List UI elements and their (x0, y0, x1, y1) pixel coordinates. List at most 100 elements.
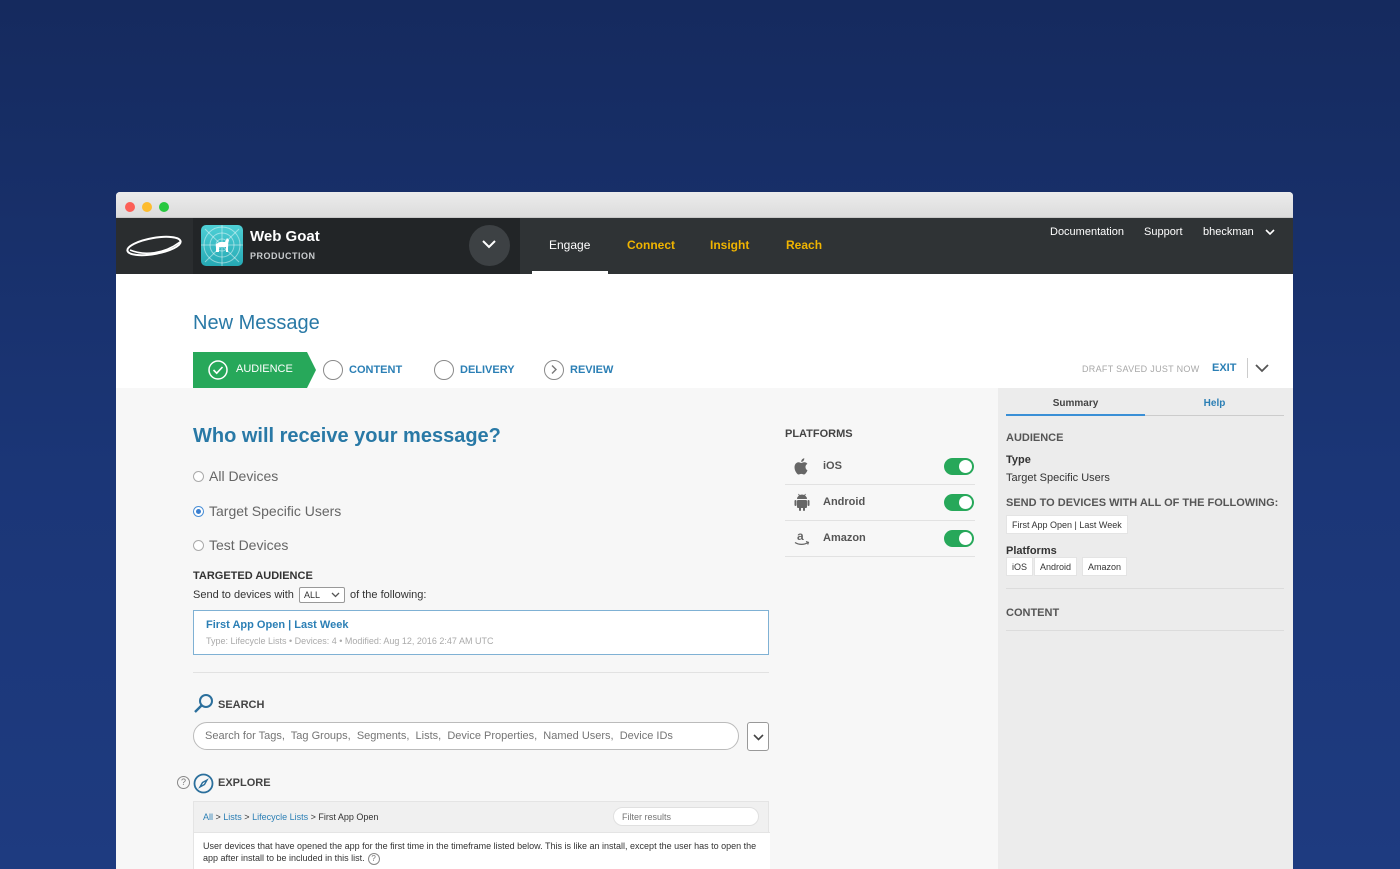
summary-type-label: Type (1006, 454, 1031, 466)
close-window-button[interactable] (125, 202, 135, 212)
selected-audience-card[interactable]: First App Open | Last Week Type: Lifecyc… (193, 610, 769, 655)
amazon-toggle[interactable] (944, 530, 974, 547)
nav-tab-reach[interactable]: Reach (786, 238, 822, 252)
platform-name: Amazon (823, 532, 866, 544)
match-mode-value: ALL (303, 590, 320, 600)
divider (1247, 358, 1248, 378)
radio-label: Target Specific Users (209, 503, 342, 519)
chevron-down-icon (482, 240, 496, 249)
user-name: bheckman (1203, 226, 1254, 238)
minimize-window-button[interactable] (142, 202, 152, 212)
breadcrumb-all[interactable]: All (203, 812, 213, 822)
nav-tab-engage[interactable]: Engage (549, 238, 590, 252)
summary-platform-chip-amazon: Amazon (1082, 557, 1128, 576)
app-switcher-button[interactable] (469, 225, 510, 266)
support-link[interactable]: Support (1144, 226, 1183, 238)
radio-button[interactable] (193, 540, 204, 551)
platform-name: Android (823, 496, 866, 508)
breadcrumb-separator: > (241, 812, 253, 822)
platforms-heading: PLATFORMS (785, 428, 853, 440)
app-selector[interactable]: Web Goat PRODUCTION (193, 218, 520, 274)
radio-button[interactable] (193, 506, 204, 517)
list-description-text: User devices that have opened the app fo… (203, 841, 757, 863)
summary-type-value: Target Specific Users (1006, 472, 1110, 484)
step-content-label: CONTENT (349, 364, 403, 376)
chevron-down-icon (331, 592, 340, 598)
breadcrumb: All > Lists > Lifecycle Lists > First Ap… (203, 812, 378, 822)
chevron-down-icon[interactable] (1255, 364, 1269, 373)
draft-status: DRAFT SAVED JUST NOW (1082, 364, 1200, 374)
zoom-window-button[interactable] (159, 202, 169, 212)
platform-name: iOS (823, 460, 842, 472)
match-mode-select[interactable]: ALL (298, 587, 345, 603)
app-icon (201, 225, 243, 266)
browser-window: Web Goat PRODUCTION Engage Connect Insig… (116, 192, 1293, 869)
breadcrumb-separator: > (213, 812, 224, 822)
home-logo[interactable] (116, 218, 193, 274)
platform-row-amazon: a Amazon (785, 521, 975, 557)
summary-platforms-label: Platforms (1006, 545, 1057, 557)
breadcrumb-current: First App Open (318, 812, 379, 822)
documentation-link[interactable]: Documentation (1050, 226, 1124, 238)
goat-web-icon (201, 225, 243, 266)
radio-label: All Devices (209, 468, 279, 484)
chevron-down-icon (753, 734, 764, 741)
send-condition: Send to devices with ALL of the followin… (193, 587, 426, 603)
step-circle-icon (323, 360, 343, 380)
radio-label: Test Devices (209, 537, 289, 553)
step-audience-label: AUDIENCE (236, 363, 293, 375)
step-audience[interactable]: AUDIENCE (193, 352, 316, 388)
app-header: Web Goat PRODUCTION Engage Connect Insig… (116, 218, 1293, 274)
summary-send-heading: SEND TO DEVICES WITH ALL OF THE FOLLOWIN… (1006, 497, 1279, 509)
targeted-audience-heading: TARGETED AUDIENCE (193, 570, 313, 582)
help-icon[interactable]: ? (367, 853, 380, 865)
chevron-right-circle-icon (544, 360, 564, 380)
filter-results-input[interactable] (613, 807, 759, 826)
list-description: User devices that have opened the app fo… (194, 832, 770, 869)
search-label: SEARCH (218, 699, 265, 711)
divider (193, 672, 769, 673)
exit-button[interactable]: EXIT (1212, 362, 1236, 374)
summary-platform-chip-ios: iOS (1006, 557, 1034, 576)
audience-question: Who will receive your message? (193, 425, 501, 447)
divider (1006, 588, 1284, 589)
breadcrumb-lists[interactable]: Lists (223, 812, 242, 822)
svg-text:a: a (797, 529, 804, 543)
search-input[interactable] (193, 722, 739, 750)
summary-sidebar: Summary Help AUDIENCE Type Target Specif… (998, 388, 1293, 869)
summary-send-chip: First App Open | Last Week (1006, 515, 1128, 534)
explore-label: EXPLORE (218, 777, 271, 789)
radio-button[interactable] (193, 471, 204, 482)
send-prefix: Send to devices with (193, 588, 294, 601)
app-environment: PRODUCTION (250, 251, 316, 261)
divider (1006, 630, 1284, 631)
page-title: New Message (193, 312, 320, 334)
breadcrumb-separator: > (308, 812, 319, 822)
android-toggle[interactable] (944, 494, 974, 511)
user-menu[interactable]: bheckman (1203, 226, 1275, 238)
app-name: Web Goat (250, 228, 320, 245)
amazon-icon: a (794, 529, 810, 546)
send-suffix: of the following: (350, 588, 427, 601)
search-options-button[interactable] (747, 722, 769, 751)
audience-form: Who will receive your message? All Devic… (116, 388, 998, 869)
explore-help-icon[interactable]: ? (177, 776, 190, 789)
breadcrumb-lifecycle-lists[interactable]: Lifecycle Lists (252, 812, 308, 822)
tab-summary[interactable]: Summary (1006, 398, 1145, 409)
platform-row-android: Android (785, 485, 975, 521)
step-review-label: REVIEW (570, 364, 614, 376)
android-icon (794, 493, 810, 511)
tab-help[interactable]: Help (1145, 398, 1284, 409)
summary-platform-chip-android: Android (1034, 557, 1078, 576)
nav-tab-insight[interactable]: Insight (710, 238, 749, 252)
ios-toggle[interactable] (944, 458, 974, 475)
explore-panel: All > Lists > Lifecycle Lists > First Ap… (193, 801, 770, 869)
step-delivery-label: DELIVERY (460, 364, 515, 376)
window-titlebar (116, 192, 1293, 218)
step-circle-icon (434, 360, 454, 380)
message-header: New Message AUDIENCE CONTENT DELIVERY RE… (116, 274, 1293, 388)
check-circle-icon (208, 360, 228, 380)
search-icon (194, 694, 213, 713)
nav-tab-connect[interactable]: Connect (627, 238, 675, 252)
audience-item-name[interactable]: First App Open | Last Week (206, 619, 348, 631)
